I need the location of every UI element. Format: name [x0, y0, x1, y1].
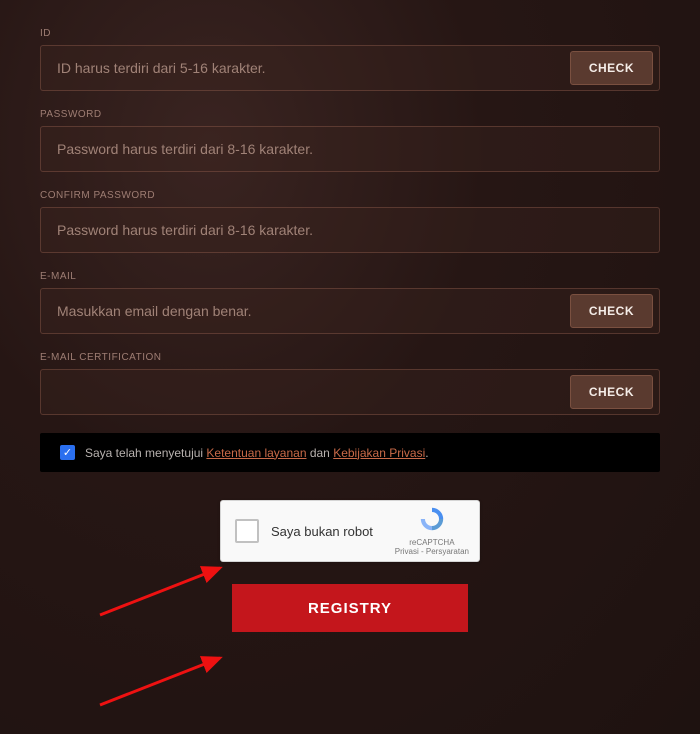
password-label: PASSWORD — [40, 109, 660, 120]
email-field-group: E-MAIL CHECK — [40, 271, 660, 334]
email-input-row: CHECK — [40, 288, 660, 334]
id-label: ID — [40, 28, 660, 39]
id-input-row: CHECK — [40, 45, 660, 91]
terms-link[interactable]: Ketentuan layanan — [206, 446, 306, 460]
terms-checkbox[interactable]: ✓ — [60, 445, 75, 460]
privacy-link[interactable]: Kebijakan Privasi — [333, 446, 425, 460]
confirm-password-input-row — [40, 207, 660, 253]
confirm-password-field-group: CONFIRM PASSWORD — [40, 190, 660, 253]
terms-suffix: . — [425, 446, 428, 460]
email-input[interactable] — [57, 289, 562, 333]
email-cert-label: E-MAIL CERTIFICATION — [40, 352, 660, 363]
recaptcha-label: Saya bukan robot — [271, 524, 383, 539]
confirm-password-input[interactable] — [57, 208, 653, 252]
registration-form: ID CHECK PASSWORD CONFIRM PASSWORD E-MAI… — [0, 0, 700, 652]
email-cert-check-button[interactable]: CHECK — [570, 375, 653, 409]
terms-text: Saya telah menyetujui Ketentuan layanan … — [85, 446, 429, 460]
email-check-button[interactable]: CHECK — [570, 294, 653, 328]
email-label: E-MAIL — [40, 271, 660, 282]
terms-prefix: Saya telah menyetujui — [85, 446, 206, 460]
recaptcha-legal: Privasi - Persyaratan — [395, 547, 469, 557]
password-field-group: PASSWORD — [40, 109, 660, 172]
recaptcha-checkbox[interactable] — [235, 519, 259, 543]
terms-agreement-bar: ✓ Saya telah menyetujui Ketentuan layana… — [40, 433, 660, 472]
password-input[interactable] — [57, 127, 653, 171]
registry-button[interactable]: REGISTRY — [232, 584, 468, 632]
annotation-arrow-icon — [95, 650, 235, 710]
id-field-group: ID CHECK — [40, 28, 660, 91]
recaptcha-badge: reCAPTCHA Privasi - Persyaratan — [395, 505, 469, 557]
id-input[interactable] — [57, 46, 562, 90]
recaptcha-brand: reCAPTCHA — [395, 538, 469, 548]
terms-and: dan — [307, 446, 334, 460]
recaptcha-icon — [418, 505, 446, 533]
captcha-area: Saya bukan robot reCAPTCHA Privasi - Per… — [220, 500, 480, 562]
password-input-row — [40, 126, 660, 172]
email-cert-input[interactable] — [57, 370, 562, 414]
id-check-button[interactable]: CHECK — [570, 51, 653, 85]
email-cert-field-group: E-MAIL CERTIFICATION CHECK — [40, 352, 660, 415]
confirm-password-label: CONFIRM PASSWORD — [40, 190, 660, 201]
recaptcha-widget: Saya bukan robot reCAPTCHA Privasi - Per… — [220, 500, 480, 562]
email-cert-input-row: CHECK — [40, 369, 660, 415]
